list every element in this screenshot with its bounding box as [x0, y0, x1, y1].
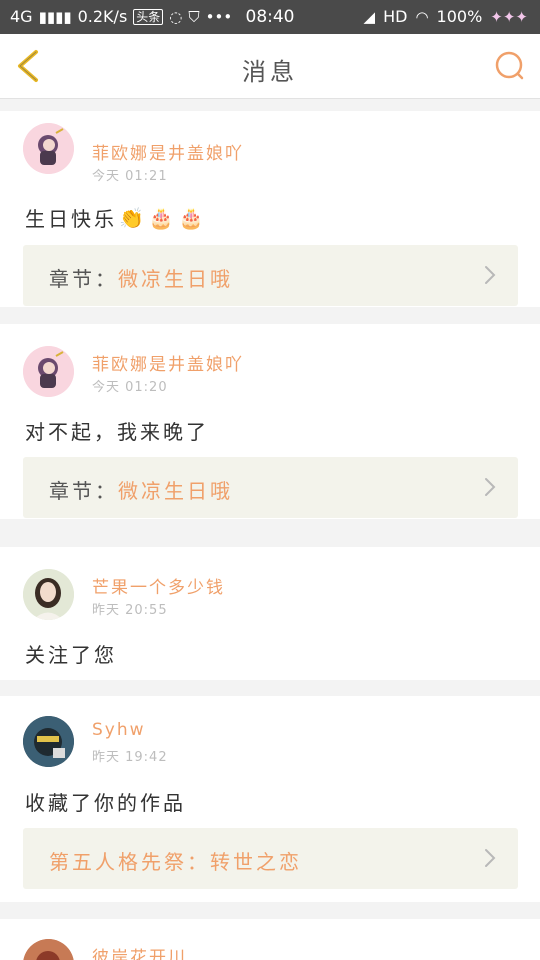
- cake-emoji-icon: 🎂: [148, 205, 177, 230]
- message-text: 对不起，我来晚了: [25, 420, 209, 444]
- mute-icon: ◢: [363, 7, 376, 26]
- battery-level: 100%: [436, 7, 483, 26]
- message-content: 收藏了你的作品: [25, 787, 186, 816]
- search-button[interactable]: [494, 50, 526, 82]
- chapter-link[interactable]: 章节：微凉生日哦: [23, 457, 518, 518]
- timestamp: 今天 01:21: [92, 169, 168, 184]
- clap-emoji-icon: 👏: [119, 205, 147, 230]
- hd-indicator: HD: [383, 7, 408, 26]
- battery-stars-icon: ✦✦✦: [490, 7, 528, 26]
- chevron-right-icon: [485, 266, 496, 284]
- chapter-title: 微凉生日哦: [118, 479, 233, 503]
- username[interactable]: 芒果一个多少钱: [92, 573, 225, 598]
- search-icon: [495, 51, 524, 80]
- avatar[interactable]: [23, 346, 74, 397]
- chapter-text: 章节：微凉生日哦: [49, 263, 233, 292]
- message-content: 关注了您: [25, 639, 117, 668]
- chevron-right-icon: [485, 849, 496, 867]
- message-content: 对不起，我来晚了: [25, 416, 209, 445]
- avatar[interactable]: [23, 716, 74, 767]
- message-card[interactable]: 菲欧娜是井盖娘吖 今天 01:20 对不起，我来晚了 章节：微凉生日哦: [0, 324, 540, 519]
- avatar-image: [23, 939, 74, 960]
- chapter-title: 微凉生日哦: [118, 267, 233, 291]
- avatar-image: [23, 123, 74, 174]
- chapter-label: 章节：: [49, 267, 118, 291]
- message-card[interactable]: 芒果一个多少钱 昨天 20:55 关注了您: [0, 547, 540, 680]
- status-bar: 4G ▮▮▮▮ 0.2K/s 头条 ◌ ⛉ ••• 08:40 ◢ HD ◠ 1…: [0, 0, 540, 34]
- status-right: ◢ HD ◠ 100% ✦✦✦: [364, 7, 528, 26]
- wifi-icon: ◠: [415, 7, 429, 26]
- cake-emoji-icon: 🎂: [178, 205, 207, 230]
- avatar-image: [23, 569, 74, 620]
- chapter-link[interactable]: 章节：微凉生日哦: [23, 245, 518, 306]
- username[interactable]: 彼岸花开川: [92, 943, 187, 960]
- timestamp: 昨天 20:55: [92, 603, 168, 618]
- top-nav-bar: 消息: [0, 34, 540, 99]
- avatar-image: [23, 346, 74, 397]
- message-text: 收藏了你的作品: [25, 791, 186, 815]
- username[interactable]: 菲欧娜是井盖娘吖: [92, 350, 244, 375]
- message-text: 关注了您: [25, 643, 117, 667]
- avatar[interactable]: [23, 123, 74, 174]
- avatar[interactable]: [23, 939, 74, 960]
- chapter-link[interactable]: 第五人格先祭：转世之恋: [23, 828, 518, 889]
- message-content: 生日快乐 👏 🎂 🎂: [25, 203, 207, 232]
- message-text: 生日快乐: [25, 207, 117, 231]
- chevron-right-icon: [485, 478, 496, 496]
- message-card[interactable]: 菲欧娜是井盖娘吖 今天 01:21 生日快乐 👏 🎂 🎂 章节：微凉生日哦: [0, 111, 540, 307]
- chapter-label: 章节：: [49, 479, 118, 503]
- timestamp: 昨天 19:42: [92, 750, 168, 765]
- avatar[interactable]: [23, 569, 74, 620]
- chapter-title: 第五人格先祭：转世之恋: [49, 850, 302, 874]
- username[interactable]: Syhw: [92, 720, 146, 740]
- message-card[interactable]: Syhw 昨天 19:42 收藏了你的作品 第五人格先祭：转世之恋: [0, 696, 540, 902]
- avatar-image: [23, 716, 74, 767]
- message-card[interactable]: 彼岸花开川: [0, 919, 540, 960]
- timestamp: 今天 01:20: [92, 380, 168, 395]
- page-title: 消息: [242, 58, 298, 86]
- chapter-text: 章节：微凉生日哦: [49, 475, 233, 504]
- chapter-text: 第五人格先祭：转世之恋: [49, 846, 302, 875]
- username[interactable]: 菲欧娜是井盖娘吖: [92, 139, 244, 164]
